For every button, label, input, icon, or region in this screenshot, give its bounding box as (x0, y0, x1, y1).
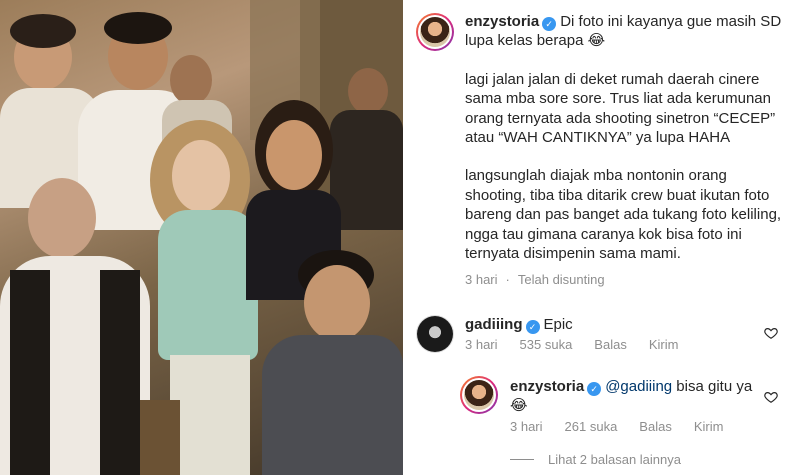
photo-person-right-head (348, 68, 388, 114)
comment-author[interactable]: gadiiing (465, 316, 523, 333)
photo-person-girl-pants (170, 355, 250, 475)
post-meta: 3 hari · Telah disunting (465, 272, 605, 287)
avatar-image (417, 316, 453, 352)
post-caption: enzystoria ✓ Di foto ini kayanya gue masih… (465, 12, 785, 282)
comment-avatar-gadiiing[interactable] (416, 315, 454, 353)
verified-badge-icon: ✓ (525, 320, 540, 334)
post-author-name[interactable]: enzystoria (465, 13, 539, 30)
post-edited-label: Telah disunting (517, 272, 605, 287)
divider-line (510, 459, 534, 460)
caption-line-2: lagi jalan jalan di deket rumah daerah c… (465, 70, 776, 147)
reply-meta: 3 hari 261 suka Balas Kirim (510, 419, 745, 434)
verified-badge-icon: ✓ (587, 382, 602, 396)
photo-chair (140, 400, 180, 475)
mention-link[interactable]: @gadiiing (605, 378, 672, 395)
send-button[interactable]: Kirim (649, 337, 679, 352)
photo-person-right-body (330, 110, 403, 230)
comment-author[interactable]: enzystoria (510, 378, 584, 395)
photo-person-back-head (170, 55, 212, 105)
comment-likes[interactable]: 535 suka (520, 337, 573, 352)
reply-button[interactable]: Balas (639, 419, 672, 434)
photo-person-man-hair (104, 12, 172, 44)
photo-person-seated-face (304, 265, 370, 341)
view-more-replies-label: Lihat 2 balasan lainnya (548, 452, 681, 467)
comment-likes[interactable]: 261 suka (565, 419, 618, 434)
comment-text: Epic (543, 316, 573, 333)
reply-enzystoria: enzystoria ✓ @gadiiing bisa gitu ya😂 (510, 377, 755, 415)
comment-meta: 3 hari 535 suka Balas Kirim (465, 337, 700, 352)
send-button[interactable]: Kirim (694, 419, 724, 434)
photo-person-girl2-face (266, 120, 322, 190)
reply-button[interactable]: Balas (594, 337, 627, 352)
heart-icon[interactable] (764, 390, 778, 404)
reply-avatar-enzystoria[interactable] (460, 376, 498, 414)
post-author-avatar[interactable] (416, 13, 454, 51)
photo-person-seated-body (262, 335, 403, 475)
photo-person-old-man-vest (10, 270, 50, 475)
caption-line-3: langsunglah diajak mba nontonin orang sh… (465, 167, 782, 263)
photo-person-girl-face (172, 140, 230, 212)
heart-icon[interactable] (764, 326, 778, 340)
avatar-image (464, 380, 494, 410)
view-more-replies-button[interactable]: Lihat 2 balasan lainnya (510, 452, 681, 467)
comment-time[interactable]: 3 hari (510, 419, 543, 434)
comment-time[interactable]: 3 hari (465, 337, 498, 352)
photo-person-woman-hair (10, 14, 76, 48)
post-photo[interactable] (0, 0, 403, 475)
photo-person-girl-top (158, 210, 258, 360)
avatar-image (420, 17, 450, 47)
photo-person-old-man-vest-right (100, 270, 140, 475)
photo-person-old-man-head (28, 178, 96, 258)
comment-gadiiing: gadiiing ✓ Epic (465, 315, 755, 334)
verified-badge-icon: ✓ (542, 17, 557, 31)
post-time[interactable]: 3 hari (465, 272, 498, 287)
